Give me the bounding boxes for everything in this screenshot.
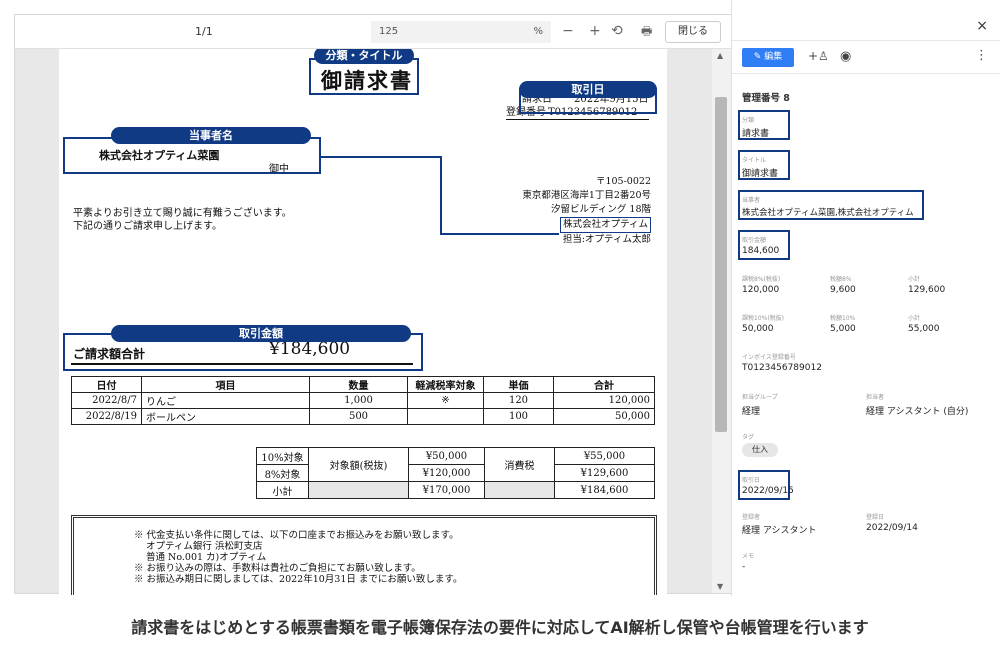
scroll-thumb[interactable] [715,97,727,432]
memo-label: メモ [742,553,755,560]
page-indicator: 1/1 [195,25,213,38]
reg-date-value: 2022/09/14 [866,523,918,533]
tag-chip[interactable]: 仕入 [742,443,778,457]
edit-label: 編集 [764,52,783,62]
party-label: 当事者 [742,197,761,204]
group-value[interactable]: 経理 [742,404,760,417]
tag-category-title: 分類・タイトル [314,49,414,64]
close-icon[interactable]: × [976,18,988,34]
document-viewer: 1/1 125 % − + ⟲ 🖶 閉じる ▲ ▼ 分類・タイトル 御請求書 取… [14,14,732,595]
amount-value[interactable]: 184,600 [742,246,779,256]
eye-icon[interactable]: ◉ [840,49,851,64]
tax10-value[interactable]: 5,000 [830,324,856,334]
invoice-reg-value[interactable]: T0123456789012 [742,363,822,373]
tag-party: 当事者名 [111,127,311,144]
zoom-value: 125 [379,26,399,37]
owner-label: 担当者 [866,394,885,401]
zoom-unit: % [533,26,543,37]
group-label: 担当グループ [742,394,778,401]
detail-panel: × ✎ 編集 +♙ ◉ ⋮ 管理番号 8 分類 請求書 タイトル 御請求書 当事… [731,0,1000,596]
party-value[interactable]: 株式会社オプティム菜園,株式会社オプティム [742,206,914,218]
registrant-label: 登録者 [742,514,761,521]
category-label: 分類 [742,117,755,124]
zoom-out-button[interactable]: − [562,22,574,40]
tag-amount: 取引金額 [111,325,411,342]
tax8-label: 税額8% [830,276,852,283]
tag-label: タグ [742,434,755,441]
reg-date-label: 登録日 [866,514,885,521]
owner-value[interactable]: 経理 アシスタント (自分) [866,404,968,417]
scroll-up-icon[interactable]: ▲ [717,51,723,60]
tax10-base-value[interactable]: 50,000 [742,324,774,334]
title-value[interactable]: 御請求書 [742,166,778,179]
registrant-value: 経理 アシスタント [742,526,817,536]
viewer-toolbar: 1/1 125 % − + ⟲ 🖶 閉じる [15,15,732,49]
memo-value[interactable]: - [742,562,745,572]
invoice-reg-label: インボイス登録番号 [742,354,796,361]
subtotal1-value[interactable]: 129,600 [908,285,945,295]
tax10-base-label: 課税10%(税抜) [742,315,785,322]
print-icon[interactable]: 🖶 [641,22,652,40]
transaction-date-value[interactable]: 2022/09/15 [742,486,794,496]
scroll-down-icon[interactable]: ▼ [717,582,723,591]
zoom-in-button[interactable]: + [589,22,601,40]
subtotal2-label: 小計 [908,315,921,322]
vertical-scrollbar[interactable]: ▲ ▼ [712,49,731,593]
more-icon[interactable]: ⋮ [975,48,988,63]
management-number: 管理番号 8 [742,93,790,104]
viewer-close-button[interactable]: 閉じる [665,21,721,43]
pencil-icon: ✎ [753,52,765,62]
tag-transaction-date: 取引日 [519,81,657,98]
amount-label: 取引金額 [742,237,767,244]
tax10-label: 税額10% [830,315,856,322]
tax8-value[interactable]: 9,600 [830,285,856,295]
transaction-date-label: 取引日 [742,477,761,484]
page-caption: 請求書をはじめとする帳票書類を電子帳簿保存法の要件に対応してAI解析し保管や台帳… [131,618,869,637]
rotate-icon[interactable]: ⟲ [611,22,623,40]
tax8-base-value[interactable]: 120,000 [742,285,779,295]
tax8-base-label: 課税8%(税抜) [742,276,781,283]
title-label: タイトル [742,157,767,164]
category-value[interactable]: 請求書 [742,126,769,139]
edit-button[interactable]: ✎ 編集 [742,48,794,67]
subtotal1-label: 小計 [908,276,921,283]
invoice-page: 分類・タイトル 御請求書 取引日 請求日 2022年9月15日 登録番号 T01… [59,49,667,595]
add-user-icon[interactable]: +♙ [808,49,829,63]
panel-toolbar: ✎ 編集 +♙ ◉ ⋮ [732,40,1000,74]
zoom-input[interactable]: 125 % [371,21,551,43]
subtotal2-value[interactable]: 55,000 [908,324,940,334]
